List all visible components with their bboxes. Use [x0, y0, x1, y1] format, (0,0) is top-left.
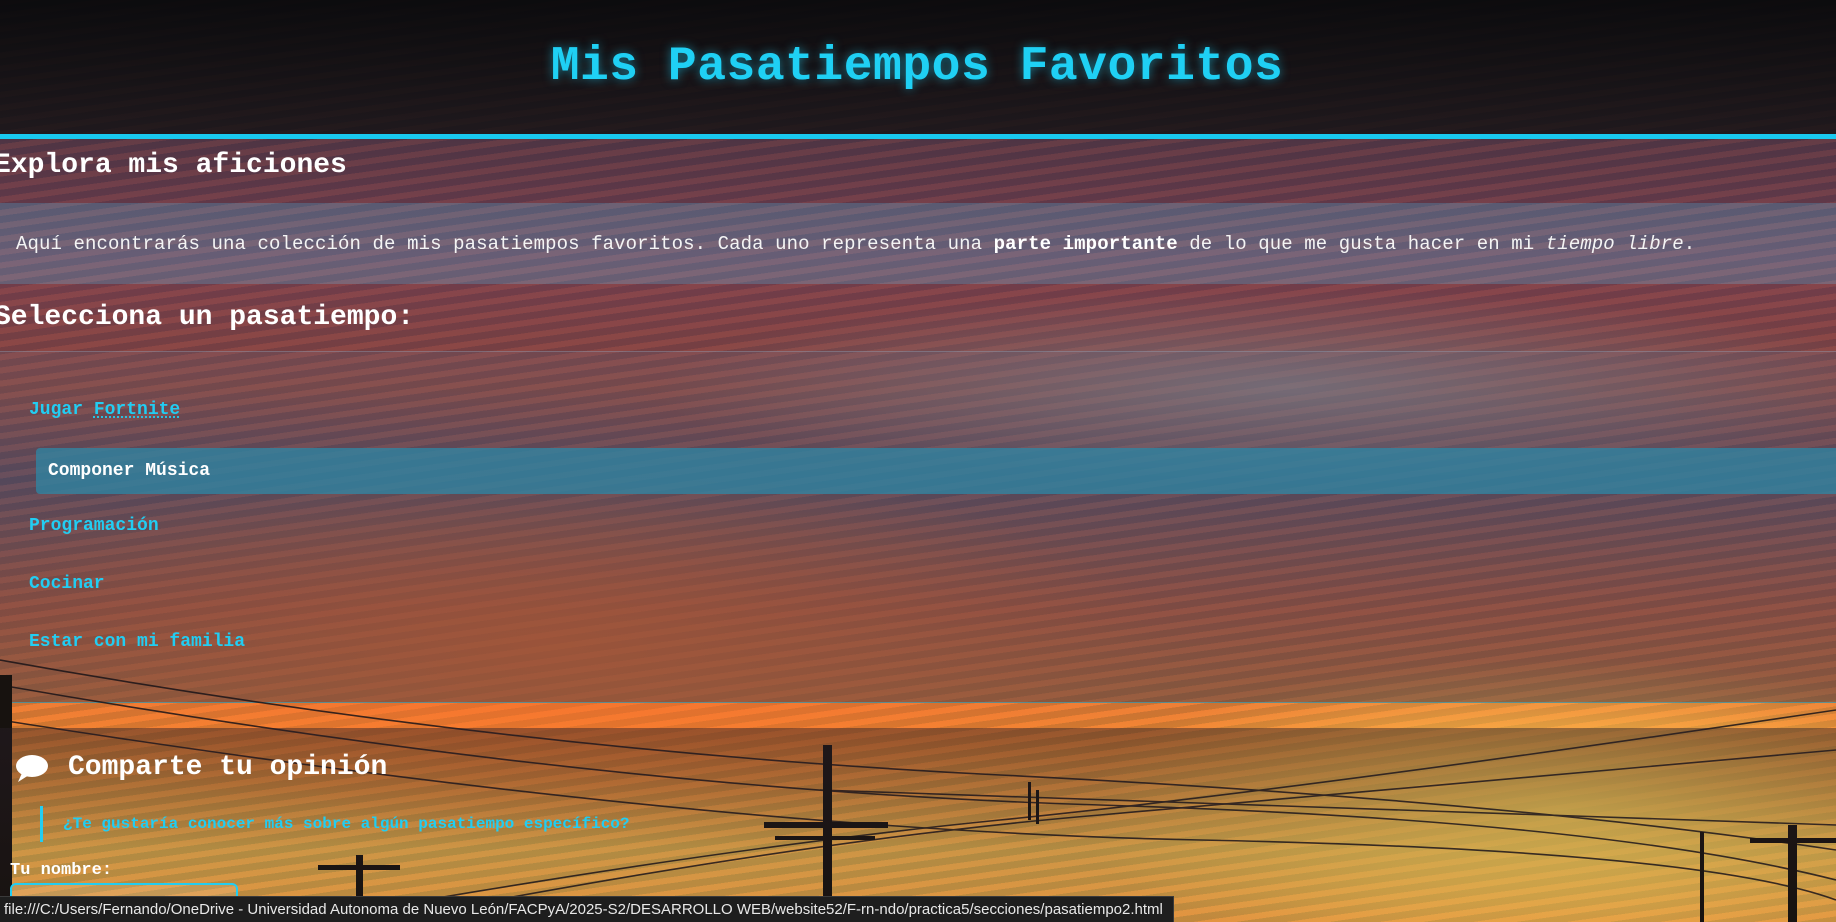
- hobby-label: Componer Música: [48, 461, 211, 481]
- opinion-heading: Comparte tu opinión: [14, 752, 387, 783]
- opinion-question: ¿Te gustaría conocer más sobre algún pas…: [63, 815, 630, 833]
- intro-bold-text: parte importante: [993, 232, 1178, 255]
- page-title: Mis Pasatiempos Favoritos: [550, 40, 1284, 94]
- hobby-link-componer-musica[interactable]: Componer Música: [36, 448, 1836, 494]
- hobby-link-programacion[interactable]: Programación: [29, 516, 159, 536]
- intro-text-end: .: [1683, 232, 1696, 255]
- intro-text-middle: de lo que me gusta hacer en mi: [1177, 232, 1546, 255]
- hobby-list: Jugar Fortnite Componer Música Programac…: [0, 351, 1836, 703]
- hobby-link-familia[interactable]: Estar con mi familia: [29, 632, 245, 652]
- hobby-label-prefix: Jugar: [29, 400, 94, 420]
- select-title: Selecciona un pasatiempo:: [0, 302, 415, 333]
- status-url: file:///C:/Users/Fernando/OneDrive - Uni…: [4, 901, 1163, 918]
- opinion-question-quote: ¿Te gustaría conocer más sobre algún pas…: [40, 806, 630, 842]
- explore-title: Explora mis aficiones: [0, 150, 347, 181]
- intro-text: Aquí encontrarás una colección de mis pa…: [0, 233, 1695, 255]
- speech-bubble-icon: [14, 753, 50, 783]
- intro-italic-text: tiempo libre: [1545, 232, 1684, 255]
- intro-panel: Aquí encontrarás una colección de mis pa…: [0, 203, 1836, 284]
- opinion-title: Comparte tu opinión: [68, 752, 388, 783]
- fortnite-abbr[interactable]: Fortnite: [94, 400, 180, 420]
- name-label: Tu nombre:: [10, 861, 113, 880]
- hobby-link-cocinar[interactable]: Cocinar: [29, 574, 105, 594]
- browser-status-bar: file:///C:/Users/Fernando/OneDrive - Uni…: [0, 896, 1174, 922]
- intro-text-start: Aquí encontrarás una colección de mis pa…: [16, 232, 994, 255]
- opinion-section: Comparte tu opinión ¿Te gustaría conocer…: [0, 728, 1836, 922]
- page-header: Mis Pasatiempos Favoritos: [0, 0, 1836, 139]
- hobby-link-fortnite[interactable]: Jugar Fortnite: [29, 400, 180, 420]
